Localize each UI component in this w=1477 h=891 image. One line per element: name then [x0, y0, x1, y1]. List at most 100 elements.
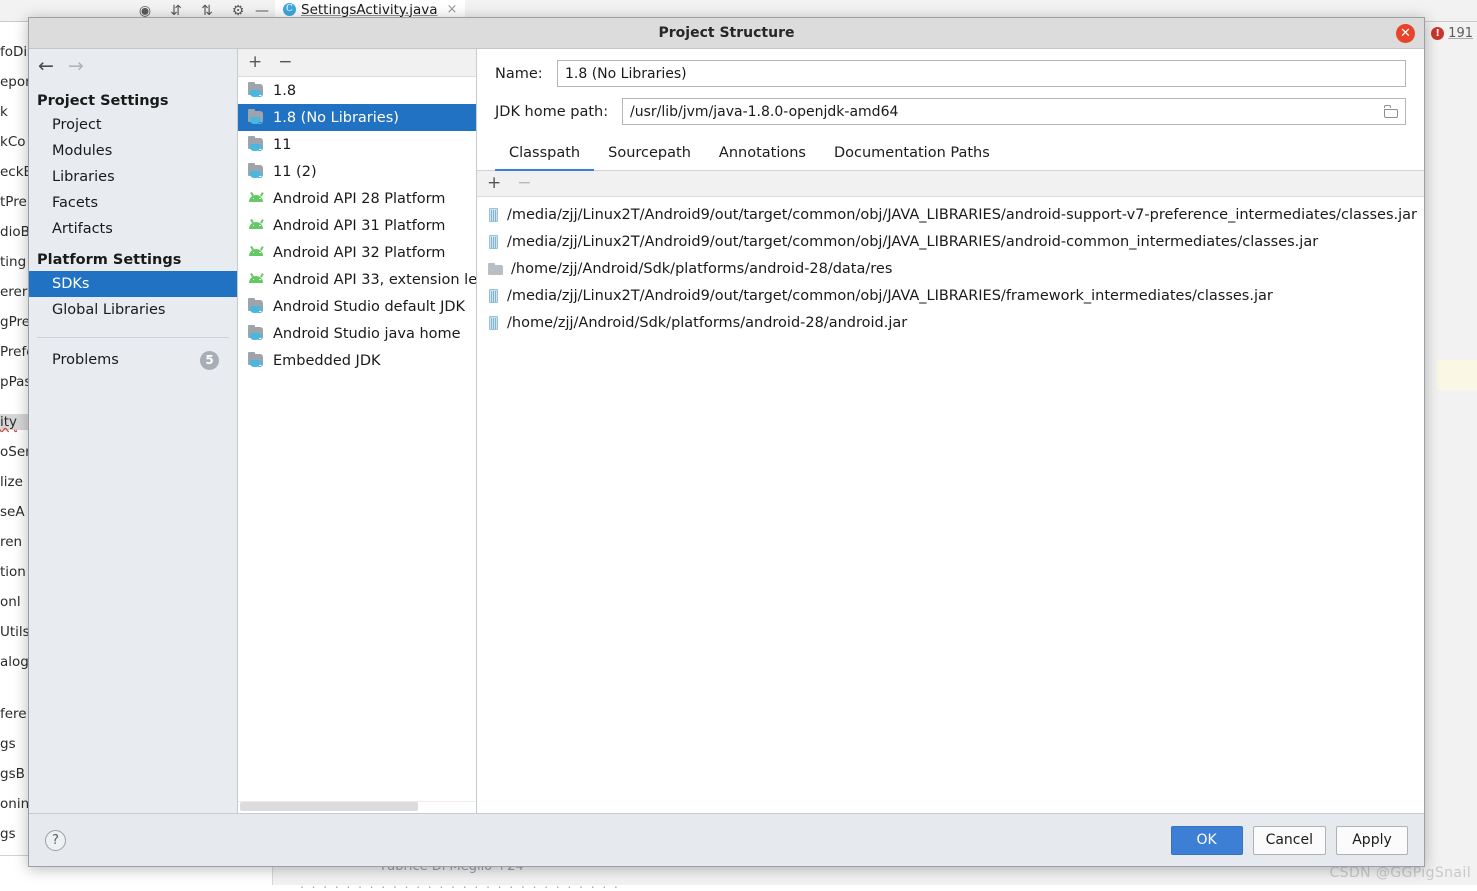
tab-documentation-paths[interactable]: Documentation Paths	[820, 139, 1004, 171]
list-item[interactable]: 1.8	[238, 77, 476, 104]
list-item[interactable]: Android Studio java home	[238, 320, 476, 347]
dialog-footer: ? OK Cancel Apply	[29, 813, 1424, 866]
sdk-name-input[interactable]: 1.8 (No Libraries)	[557, 60, 1406, 87]
code-line: dioB	[0, 224, 28, 240]
sidebar-item-project[interactable]: Project	[29, 112, 237, 138]
cancel-button[interactable]: Cancel	[1253, 826, 1326, 855]
tab-label: Classpath	[509, 145, 580, 161]
sdk-list-hscrollbar[interactable]	[238, 801, 476, 813]
android-icon	[248, 191, 265, 206]
list-item[interactable]: 1.8 (No Libraries)	[238, 104, 476, 131]
folder-browse-icon[interactable]	[1384, 105, 1399, 118]
tab-sourcepath[interactable]: Sourcepath	[594, 139, 705, 171]
tab-classpath[interactable]: Classpath	[495, 139, 594, 171]
sdk-name-label: Name:	[495, 66, 557, 82]
remove-sdk-button[interactable]: −	[278, 54, 292, 71]
tab-label: Sourcepath	[608, 145, 691, 161]
jdk-home-input[interactable]: /usr/lib/jvm/java-1.8.0-openjdk-amd64	[622, 98, 1406, 125]
jdk-icon	[248, 164, 265, 179]
sdk-list-hscroll-thumb[interactable]	[240, 802, 418, 811]
list-item[interactable]: 11 (2)	[238, 158, 476, 185]
sidebar-item-libraries[interactable]: Libraries	[29, 164, 237, 190]
sidebar-item-artifacts[interactable]: Artifacts	[29, 216, 237, 242]
classpath-toolbar: + −	[477, 171, 1424, 197]
nav-problems-label: Problems	[52, 352, 119, 368]
list-item[interactable]: Android API 33, extension level 3	[238, 266, 476, 293]
android-icon	[248, 245, 265, 260]
sidebar-item-modules[interactable]: Modules	[29, 138, 237, 164]
code-line: Prefe	[0, 344, 28, 360]
error-icon: !	[1431, 27, 1444, 40]
list-item[interactable]: Android API 31 Platform	[238, 212, 476, 239]
sidebar-item-sdks[interactable]: SDKs	[29, 271, 237, 297]
jdk-icon	[248, 110, 265, 125]
code-line: Utils	[0, 624, 28, 640]
android-icon	[248, 218, 265, 233]
list-item[interactable]: Embedded JDK	[238, 347, 476, 374]
back-arrow-icon[interactable]: ←	[38, 57, 54, 76]
sdk-detail-panel: Name: 1.8 (No Libraries) JDK home path: …	[477, 49, 1424, 813]
list-item[interactable]: Android Studio default JDK	[238, 293, 476, 320]
sdk-name-row: Name: 1.8 (No Libraries)	[477, 60, 1424, 87]
close-icon[interactable]: ×	[447, 2, 458, 17]
classpath-entry[interactable]: /home/zjj/Android/Sdk/platforms/android-…	[477, 309, 1424, 336]
sidebar-item-label: SDKs	[52, 276, 89, 292]
add-sdk-button[interactable]: +	[248, 54, 262, 71]
dialog-title: Project Structure	[659, 25, 795, 41]
code-line: ity	[0, 414, 28, 430]
code-line: seA	[0, 504, 28, 520]
sidebar-item-problems[interactable]: Problems 5	[29, 338, 237, 368]
classpath-entry-path: /home/zjj/Android/Sdk/platforms/android-…	[511, 261, 892, 277]
tab-label: Documentation Paths	[834, 145, 990, 161]
classpath-entry-path: /media/zjj/Linux2T/Android9/out/target/c…	[507, 234, 1318, 250]
jdk-icon	[248, 326, 265, 341]
code-line: onin	[0, 796, 28, 812]
android-icon	[248, 272, 265, 287]
classpath-entry[interactable]: /media/zjj/Linux2T/Android9/out/target/c…	[477, 282, 1424, 309]
code-line: erer	[0, 284, 28, 300]
list-item-label: Embedded JDK	[273, 353, 381, 369]
sdk-items-container: 1.81.8 (No Libraries) 11 11 (2) Android API…	[238, 77, 476, 813]
list-item[interactable]: Android API 28 Platform	[238, 185, 476, 212]
sdk-list-toolbar: + −	[238, 49, 476, 77]
sidebar-item-facets[interactable]: Facets	[29, 190, 237, 216]
code-line: oSer	[0, 444, 28, 460]
code-line: tPre	[0, 194, 28, 210]
list-item-label: 11 (2)	[273, 164, 317, 180]
editor-code-column: foDiseporkkCoeckEtPredioBtingerergPrePre…	[0, 22, 28, 885]
ok-button[interactable]: OK	[1171, 826, 1243, 855]
classpath-entry[interactable]: /media/zjj/Linux2T/Android9/out/target/c…	[477, 201, 1424, 228]
nav-group-heading: Platform Settings	[29, 242, 237, 271]
dialog-titlebar: Project Structure ✕	[29, 18, 1424, 49]
close-icon[interactable]: ✕	[1396, 24, 1415, 43]
tab-annotations[interactable]: Annotations	[705, 139, 820, 171]
apply-button[interactable]: Apply	[1336, 826, 1408, 855]
sidebar-item-label: Facets	[52, 195, 98, 211]
nav-history-controls: ← →	[29, 49, 237, 83]
editor-tab-label: SettingsActivity.java	[301, 2, 438, 18]
dialog-body: ← → Project Settings Project Modules Librar…	[29, 49, 1424, 813]
nav-group-heading: Project Settings	[29, 83, 237, 112]
list-item[interactable]: 11	[238, 131, 476, 158]
sidebar-item-global-libraries[interactable]: Global Libraries	[29, 297, 237, 323]
editor-code-line-faded: . . . . . . . . . . . . . . . . . . . . …	[300, 877, 620, 891]
add-classpath-button[interactable]: +	[487, 175, 501, 192]
list-item-label: 11	[273, 137, 291, 153]
classpath-entry[interactable]: /media/zjj/Linux2T/Android9/out/target/c…	[477, 228, 1424, 255]
classpath-entry[interactable]: /home/zjj/Android/Sdk/platforms/android-…	[477, 255, 1424, 282]
code-line: foDis	[0, 44, 28, 60]
list-item[interactable]: Android API 32 Platform	[238, 239, 476, 266]
classpath-entry-path: /media/zjj/Linux2T/Android9/out/target/c…	[507, 207, 1417, 223]
code-line: alog	[0, 654, 28, 670]
help-button[interactable]: ?	[45, 830, 66, 851]
list-item-label: Android Studio java home	[273, 326, 461, 342]
jdk-icon	[248, 137, 265, 152]
sidebar-item-label: Libraries	[52, 169, 115, 185]
code-line: k	[0, 104, 28, 120]
project-structure-dialog: Project Structure ✕ ← → Project Settings…	[28, 17, 1425, 867]
jdk-icon	[248, 299, 265, 314]
error-count-badge[interactable]: ! 191	[1431, 26, 1473, 41]
sidebar-item-label: Project	[52, 117, 102, 133]
jdk-home-row: JDK home path: /usr/lib/jvm/java-1.8.0-o…	[477, 98, 1424, 125]
forward-arrow-icon[interactable]: →	[68, 57, 84, 76]
